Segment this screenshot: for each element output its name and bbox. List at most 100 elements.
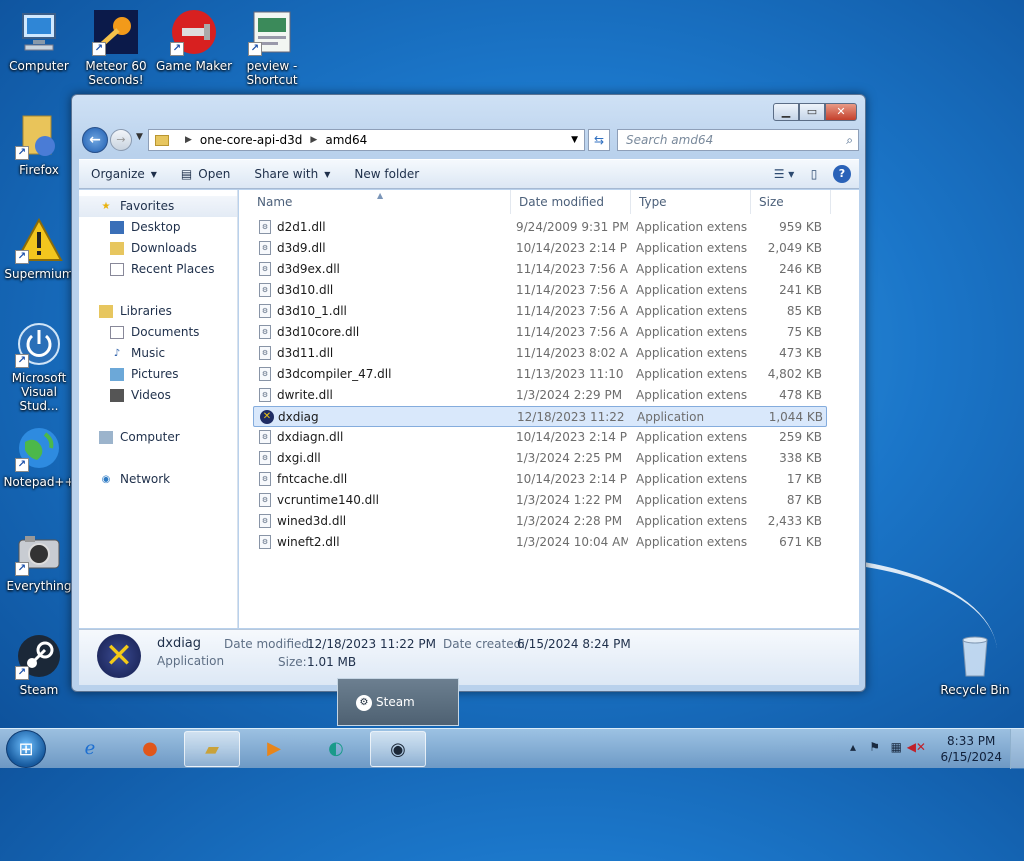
column-header-date-modified[interactable]: Date modified bbox=[511, 190, 631, 214]
shortcut-arrow-icon: ↗ bbox=[248, 42, 262, 56]
file-type: Application bbox=[637, 410, 705, 424]
desktop-icon-firefox[interactable]: ↗ Firefox bbox=[0, 112, 78, 177]
network-icon: ◉ bbox=[101, 474, 111, 485]
desktop-icon-visual-studio[interactable]: ↗ Microsoft Visual Stud... bbox=[0, 320, 78, 413]
desktop-icon-computer[interactable]: Computer bbox=[0, 8, 78, 73]
desktop-icon-everything[interactable]: ↗ Everything bbox=[0, 528, 78, 593]
file-type: Application extens... bbox=[636, 367, 748, 381]
maximize-button[interactable]: ▭ bbox=[799, 103, 825, 121]
address-bar[interactable]: ▶ one-core-api-d3d ▶ amd64 ▼ bbox=[148, 129, 585, 151]
nav-item-videos[interactable]: Videos bbox=[79, 385, 237, 406]
shortcut-arrow-icon: ↗ bbox=[170, 42, 184, 56]
file-row[interactable]: ⚙ wined3d.dll 1/3/2024 2:28 PM Application … bbox=[253, 511, 827, 532]
file-row[interactable]: ✕ dxdiag 12/18/2023 11:22 ... Application 1,… bbox=[253, 406, 827, 427]
file-row[interactable]: ⚙ dxdiagn.dll 10/14/2023 2:14 PM Applicatio… bbox=[253, 427, 827, 448]
action-center-flag-icon[interactable]: ⚑ bbox=[869, 740, 880, 754]
nav-item-pictures[interactable]: Pictures bbox=[79, 364, 237, 385]
file-row[interactable]: ⚙ d3d10.dll 11/14/2023 7:56 AM Application … bbox=[253, 280, 827, 301]
chevron-right-icon: ▶ bbox=[185, 135, 192, 145]
file-type: Application extens... bbox=[636, 514, 748, 528]
search-icon[interactable]: ⌕ bbox=[846, 130, 853, 150]
desktop-icon-recycle-bin[interactable]: Recycle Bin bbox=[936, 632, 1014, 697]
media-player-icon: ▶ bbox=[267, 738, 281, 759]
file-row[interactable]: ⚙ d3d9.dll 10/14/2023 2:14 PM Application e… bbox=[253, 238, 827, 259]
clock[interactable]: 8:33 PM 6/15/2024 bbox=[940, 733, 1002, 765]
show-desktop-button[interactable] bbox=[1010, 729, 1024, 769]
navigation-pane: ★ Favorites Desktop Downloads Recent Plac… bbox=[79, 190, 238, 628]
start-button[interactable]: ⊞ bbox=[6, 730, 46, 768]
firefox-icon: ● bbox=[142, 738, 158, 759]
share-with-button[interactable]: Share with ▼ bbox=[242, 167, 342, 181]
minimize-button[interactable]: ▁ bbox=[773, 103, 799, 121]
file-row[interactable]: ⚙ vcruntime140.dll 1/3/2024 1:22 PM Applica… bbox=[253, 490, 827, 511]
show-hidden-icons-icon[interactable]: ▴ bbox=[850, 740, 856, 754]
dll-file-icon: ⚙ bbox=[259, 241, 271, 255]
column-header-name[interactable]: ▲ Name bbox=[249, 190, 511, 214]
refresh-button[interactable]: ⇆ bbox=[588, 129, 610, 151]
nav-item-computer[interactable]: Computer bbox=[79, 427, 237, 448]
desktop-icon-notepad-plus[interactable]: ↗ Notepad++ bbox=[0, 424, 78, 489]
open-button[interactable]: ▤ Open bbox=[169, 167, 242, 181]
file-name: vcruntime140.dll bbox=[277, 493, 379, 507]
steam-taskbar-preview[interactable]: ⚙ Steam bbox=[337, 678, 459, 726]
file-row[interactable]: ⚙ d2d1.dll 9/24/2009 9:31 PM Application ex… bbox=[253, 217, 827, 238]
new-folder-button[interactable]: New folder bbox=[342, 167, 431, 181]
breadcrumb-segment[interactable]: one-core-api-d3d bbox=[200, 133, 303, 147]
taskbar-steam[interactable]: ◉ bbox=[370, 731, 426, 767]
file-row[interactable]: ⚙ dxgi.dll 1/3/2024 2:25 PM Application ext… bbox=[253, 448, 827, 469]
shortcut-arrow-icon: ↗ bbox=[15, 666, 29, 680]
file-row[interactable]: ⚙ d3d11.dll 11/14/2023 8:02 AM Application … bbox=[253, 343, 827, 364]
column-header-type[interactable]: Type bbox=[631, 190, 751, 214]
taskbar-firefox[interactable]: ● bbox=[122, 731, 178, 767]
nav-item-recent-places[interactable]: Recent Places bbox=[79, 259, 237, 280]
back-button[interactable]: ← bbox=[82, 127, 108, 153]
nav-item-downloads[interactable]: Downloads bbox=[79, 238, 237, 259]
desktop-icon-peview[interactable]: ↗ peview - Shortcut bbox=[233, 8, 311, 87]
chevron-right-icon[interactable]: ▶ bbox=[310, 135, 317, 145]
help-icon[interactable]: ? bbox=[833, 165, 851, 183]
nav-item-network[interactable]: ◉ Network bbox=[79, 469, 237, 490]
search-input[interactable]: Search amd64 ⌕ bbox=[617, 129, 859, 151]
file-row[interactable]: ⚙ fntcache.dll 10/14/2023 2:14 PM Applicati… bbox=[253, 469, 827, 490]
desktop-icon-label: Steam bbox=[19, 683, 59, 697]
file-row[interactable]: ⚙ d3d9ex.dll 11/14/2023 7:56 AM Application… bbox=[253, 259, 827, 280]
preview-pane-icon[interactable]: ▯ bbox=[803, 164, 825, 184]
taskbar-explorer[interactable]: ▰ bbox=[184, 731, 240, 767]
dll-file-icon: ⚙ bbox=[259, 283, 271, 297]
recent-pages-dropdown[interactable]: ▼ bbox=[136, 132, 143, 142]
dll-file-icon: ⚙ bbox=[259, 388, 271, 402]
shortcut-arrow-icon: ↗ bbox=[15, 250, 29, 264]
desktop-icon-meteor[interactable]: ↗ Meteor 60 Seconds! bbox=[77, 8, 155, 87]
file-row[interactable]: ⚙ d3d10core.dll 11/14/2023 7:56 AM Applicat… bbox=[253, 322, 827, 343]
nav-item-libraries[interactable]: Libraries bbox=[79, 301, 237, 322]
file-row[interactable]: ⚙ d3dcompiler_47.dll 11/13/2023 11:10 ... A… bbox=[253, 364, 827, 385]
breadcrumb-segment[interactable]: amd64 bbox=[325, 133, 367, 147]
file-date-modified: 1/3/2024 1:22 PM bbox=[516, 493, 623, 507]
nav-item-favorites[interactable]: ★ Favorites bbox=[79, 196, 237, 217]
taskbar-media-player[interactable]: ▶ bbox=[246, 731, 302, 767]
file-row[interactable]: ⚙ d3d10_1.dll 11/14/2023 7:56 AM Applicatio… bbox=[253, 301, 827, 322]
desktop-icon-game-maker[interactable]: ↗ Game Maker bbox=[155, 8, 233, 73]
desktop-icon-steam[interactable]: ↗ Steam bbox=[0, 632, 78, 697]
network-icon[interactable]: ▦ bbox=[891, 740, 902, 754]
view-options-icon[interactable]: ☰ ▾ bbox=[773, 164, 795, 184]
shortcut-arrow-icon: ↗ bbox=[15, 562, 29, 576]
clock-date: 6/15/2024 bbox=[940, 750, 1002, 764]
taskbar-app-globe[interactable]: ◐ bbox=[308, 731, 364, 767]
file-row[interactable]: ⚙ wineft2.dll 1/3/2024 10:04 AM Application… bbox=[253, 532, 827, 553]
nav-item-music[interactable]: ♪ Music bbox=[79, 343, 237, 364]
close-button[interactable]: ✕ bbox=[825, 103, 857, 121]
volume-muted-icon[interactable]: ◀✕ bbox=[907, 740, 926, 754]
chevron-down-icon[interactable]: ▼ bbox=[571, 135, 578, 145]
details-file-type: Application bbox=[157, 654, 225, 668]
forward-button[interactable]: → bbox=[110, 129, 132, 151]
desktop-icon-label: Supermium bbox=[4, 267, 74, 281]
nav-item-desktop[interactable]: Desktop bbox=[79, 217, 237, 238]
organize-button[interactable]: Organize ▼ bbox=[79, 167, 169, 181]
file-row[interactable]: ⚙ dwrite.dll 1/3/2024 2:29 PM Application e… bbox=[253, 385, 827, 406]
file-size: 1,044 KB bbox=[768, 410, 823, 424]
desktop-icon-supermium[interactable]: ↗ Supermium bbox=[0, 216, 78, 281]
column-header-size[interactable]: Size bbox=[751, 190, 831, 214]
nav-item-documents[interactable]: Documents bbox=[79, 322, 237, 343]
taskbar-internet-explorer[interactable]: ℯ bbox=[62, 731, 118, 767]
